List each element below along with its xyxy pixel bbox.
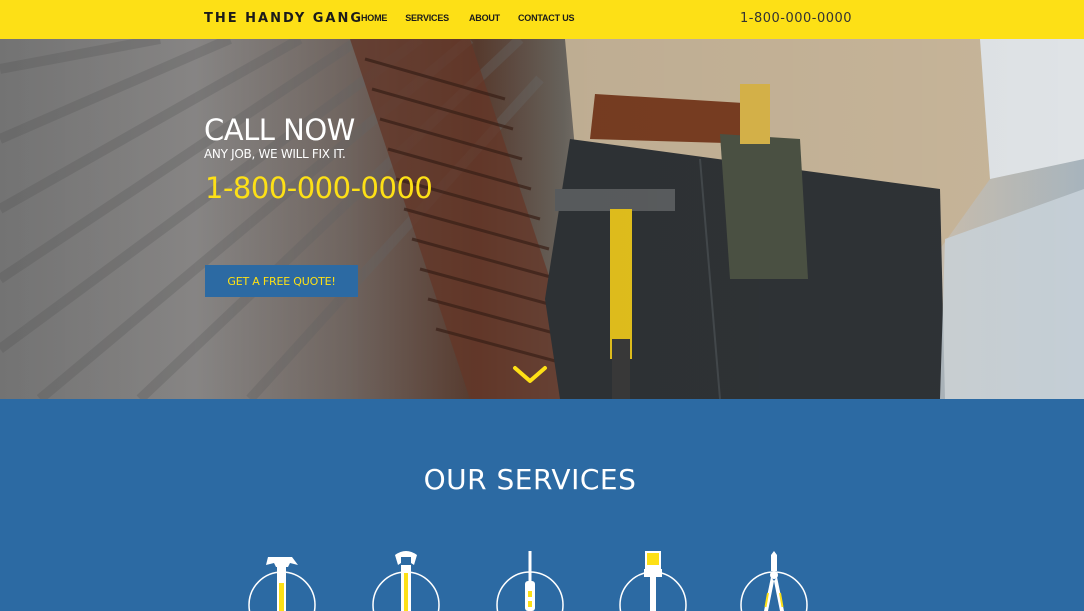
hero-subtitle: ANY JOB, WE WILL FIX IT. <box>204 147 346 161</box>
hammer-icon[interactable] <box>246 549 318 611</box>
pliers-icon[interactable] <box>738 549 810 611</box>
site-logo-text[interactable]: THE HANDY GANG <box>204 11 363 26</box>
hero-overlay <box>0 39 1084 399</box>
nav-home[interactable]: HOME <box>361 13 387 23</box>
chevron-down-icon[interactable] <box>512 364 548 386</box>
main-nav: HOME SERVICES ABOUT CONTACT US <box>361 13 592 23</box>
hero-section: CALL NOW ANY JOB, WE WILL FIX IT. 1-800-… <box>0 39 1084 399</box>
header-phone-number[interactable]: 1-800-000-0000 <box>740 11 852 26</box>
services-title: OUR SERVICES <box>423 463 637 496</box>
wrench-icon[interactable] <box>370 549 442 611</box>
nav-about[interactable]: ABOUT <box>469 13 500 23</box>
nav-services[interactable]: SERVICES <box>405 13 449 23</box>
services-section: OUR SERVICES <box>0 399 1084 611</box>
nav-contact-us[interactable]: CONTACT US <box>518 13 575 23</box>
hero-title: CALL NOW <box>204 113 355 147</box>
site-header: THE HANDY GANG HOME SERVICES ABOUT CONTA… <box>0 0 1084 39</box>
screwdriver-icon[interactable] <box>494 549 566 611</box>
paintbrush-icon[interactable] <box>617 549 689 611</box>
get-free-quote-button[interactable]: GET A FREE QUOTE! <box>205 265 358 297</box>
hero-phone-number[interactable]: 1-800-000-0000 <box>205 171 433 205</box>
